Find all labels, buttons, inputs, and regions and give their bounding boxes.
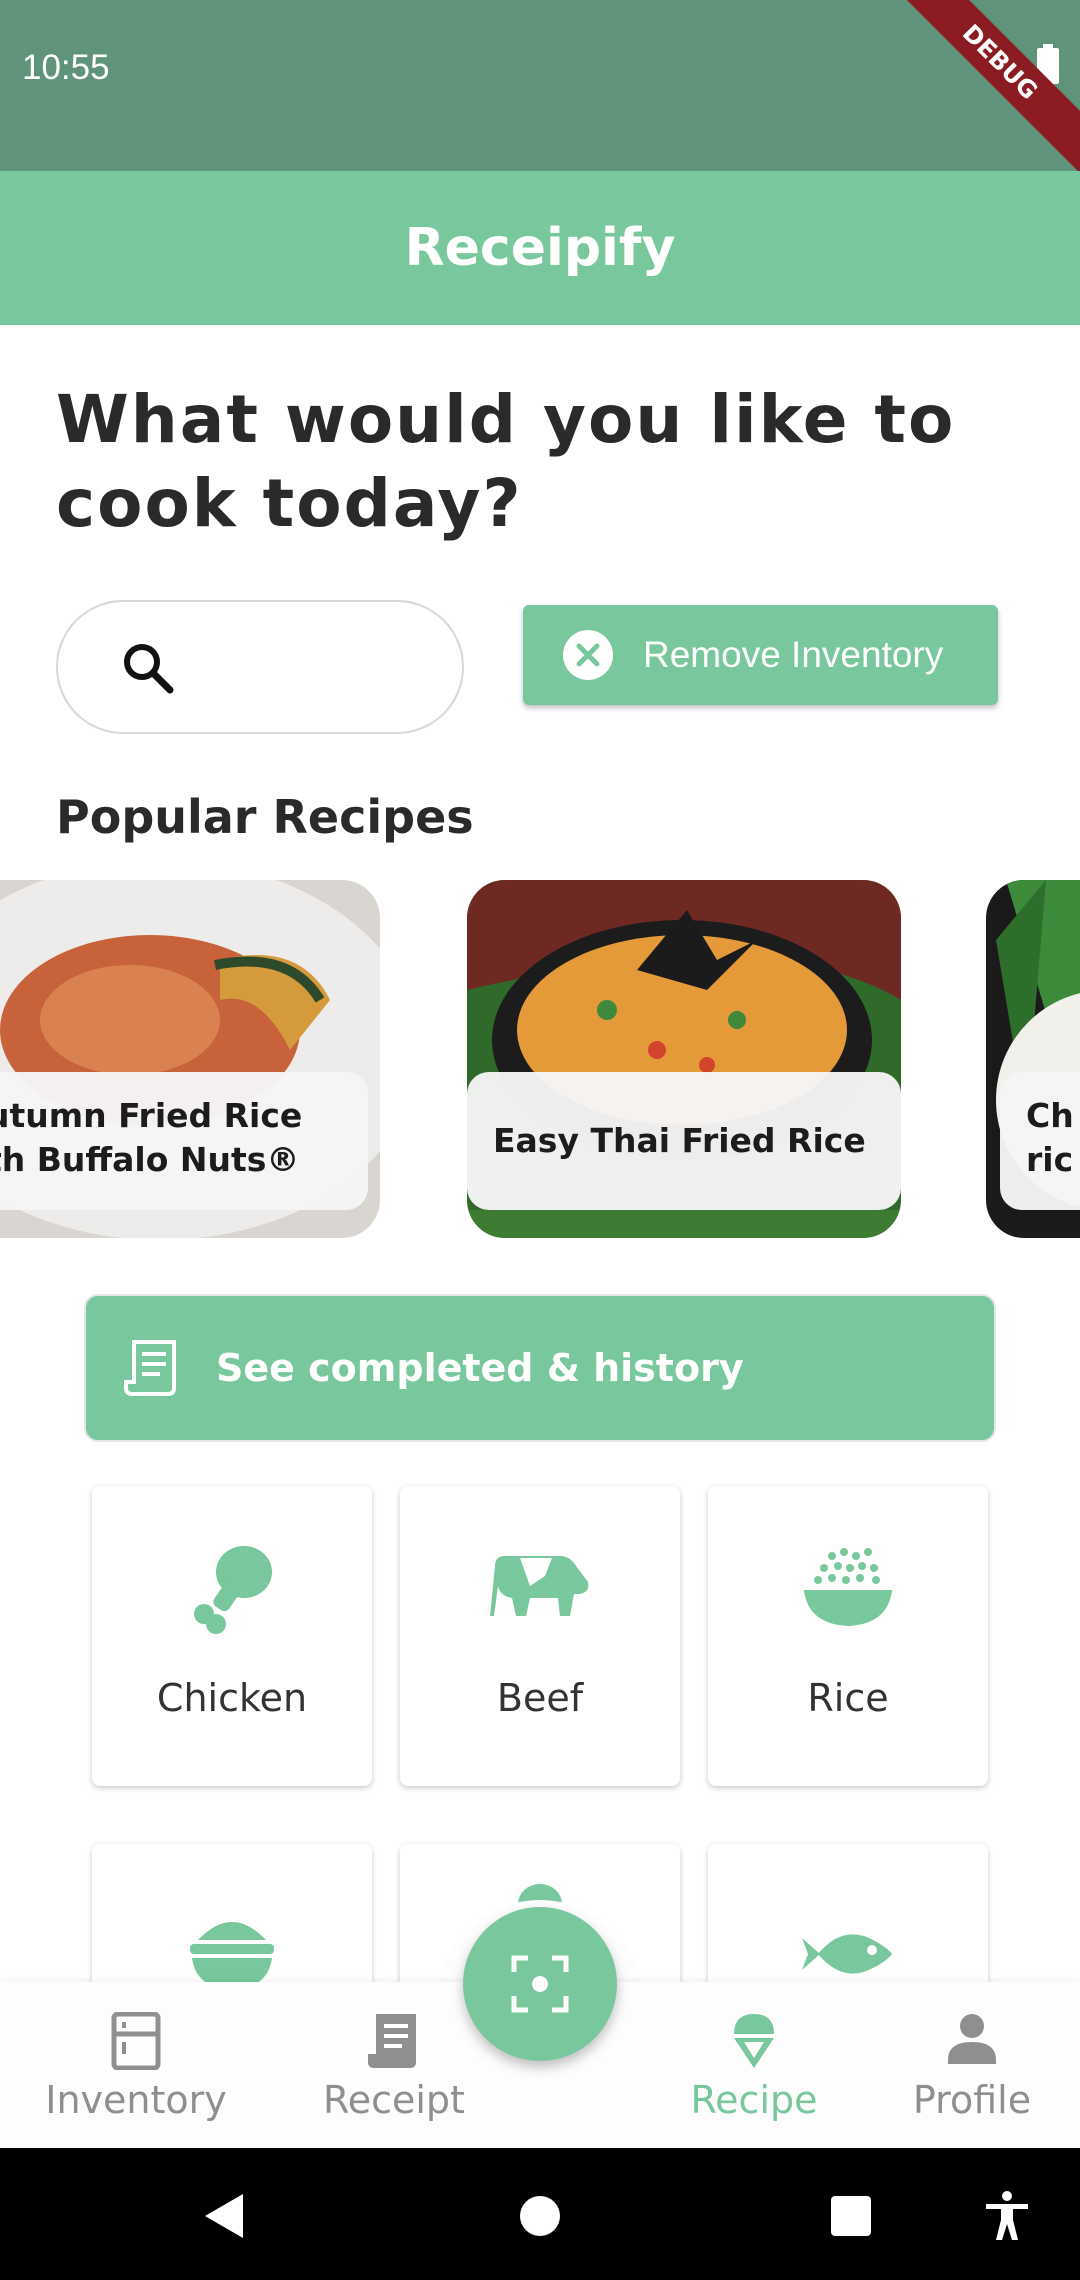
recipe-carousel[interactable]: utumn Fried Rice th Buffalo Nuts® Easy T… [0, 880, 1080, 1240]
recipe-title: Ch ric [1000, 1072, 1080, 1210]
nav-inventory[interactable]: Inventory [36, 1982, 236, 2148]
status-bar: 10:55 DEBUG [0, 0, 1080, 184]
search-input[interactable] [56, 600, 464, 734]
status-time: 10:55 [22, 48, 110, 87]
remove-inventory-button[interactable]: Remove Inventory [523, 605, 998, 705]
category-beef[interactable]: Beef [400, 1486, 680, 1786]
category-label: Chicken [156, 1676, 308, 1720]
nav-profile[interactable]: Profile [872, 1982, 1072, 2148]
debug-banner: DEBUG [878, 0, 1080, 184]
category-label: Rice [807, 1676, 889, 1720]
accessibility-icon[interactable] [982, 2190, 1032, 2242]
nav-receipt[interactable]: Receipt [294, 1982, 494, 2148]
page-heading: What would you like to cook today? [56, 381, 956, 542]
ice-cream-icon [734, 2014, 774, 2068]
nav-label: Profile [912, 2078, 1032, 2122]
system-navigation-bar [0, 2148, 1080, 2280]
receipt-icon [124, 1340, 176, 1396]
recipe-card[interactable]: utumn Fried Rice th Buffalo Nuts® [0, 880, 380, 1238]
fridge-icon [111, 2012, 161, 2070]
drumstick-icon [194, 1546, 272, 1634]
scan-fab[interactable] [463, 1907, 617, 2061]
nav-recipe[interactable]: Recipe [654, 1982, 854, 2148]
nav-label: Receipt [323, 2078, 465, 2122]
back-icon[interactable] [203, 2192, 247, 2240]
see-history-label: See completed & history [216, 1346, 744, 1390]
search-icon [124, 644, 174, 694]
receipt-icon [368, 2014, 416, 2068]
home-icon[interactable] [518, 2194, 562, 2238]
app-bar: Receipify [0, 171, 1080, 325]
nav-label: Recipe [690, 2078, 818, 2122]
see-history-button[interactable]: See completed & history [84, 1294, 996, 1442]
person-icon [948, 2014, 996, 2064]
category-chicken[interactable]: Chicken [92, 1486, 372, 1786]
nav-label: Inventory [45, 2078, 227, 2122]
recipe-title: utumn Fried Rice th Buffalo Nuts® [0, 1072, 368, 1210]
recents-icon[interactable] [829, 2194, 873, 2238]
app-title: Receipify [404, 218, 676, 278]
recipe-card[interactable]: Easy Thai Fried Rice [467, 880, 901, 1238]
category-rice[interactable]: Rice [708, 1486, 988, 1786]
remove-inventory-label: Remove Inventory [643, 634, 944, 675]
close-circle-icon [563, 630, 613, 680]
cow-icon [490, 1556, 589, 1616]
recipe-title: Easy Thai Fried Rice [467, 1072, 901, 1210]
category-label: Beef [496, 1676, 584, 1720]
recipe-card[interactable]: Ch ric [986, 880, 1080, 1238]
scan-icon [511, 1955, 569, 2013]
popular-recipes-heading: Popular Recipes [56, 790, 474, 844]
rice-bowl-icon [804, 1548, 892, 1626]
